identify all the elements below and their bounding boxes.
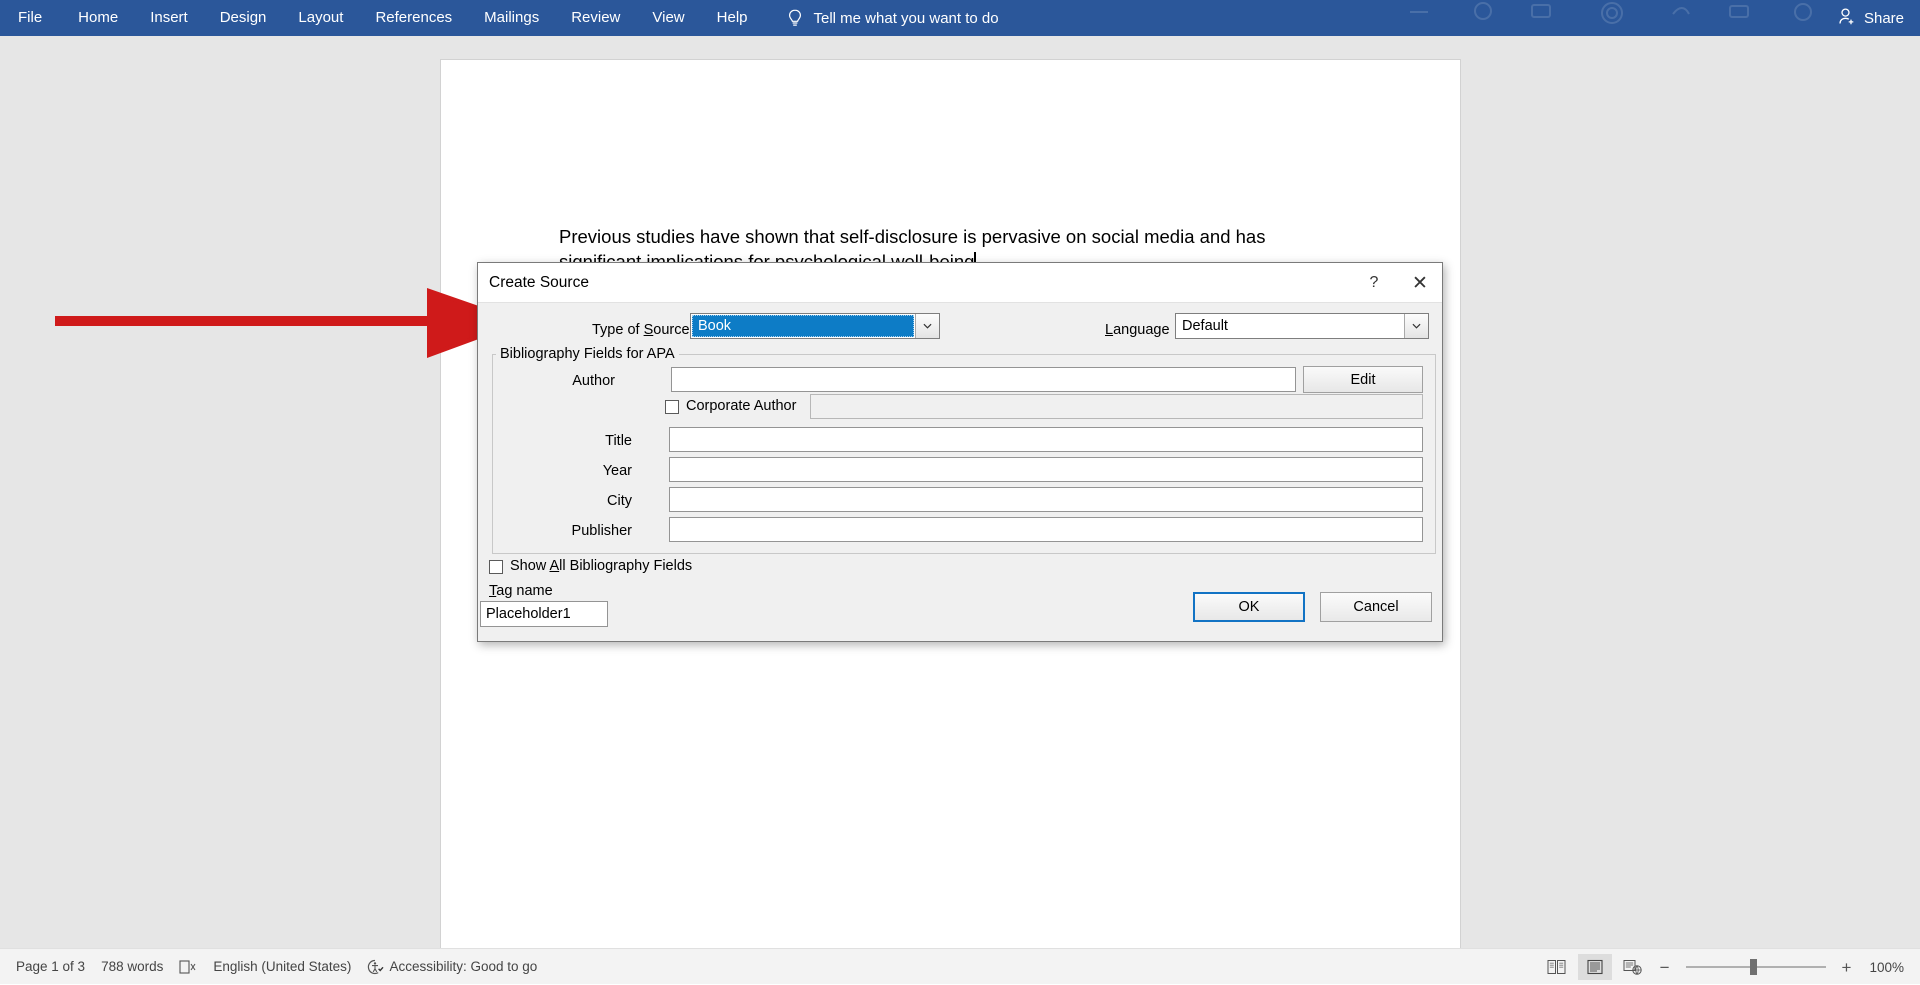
- ribbon-tab-home[interactable]: Home: [62, 0, 134, 36]
- publisher-label: Publisher: [571, 523, 632, 539]
- language-status[interactable]: English (United States): [213, 959, 351, 974]
- ribbon-tab-insert[interactable]: Insert: [134, 0, 204, 36]
- web-layout-view-button[interactable]: [1616, 954, 1650, 980]
- person-add-icon: [1838, 7, 1864, 30]
- ribbon-tab-bar: File Home Insert Design Layout Reference…: [0, 0, 1920, 36]
- corporate-author-label: Corporate Author: [686, 398, 797, 414]
- tell-me-search[interactable]: Tell me what you want to do: [786, 8, 999, 28]
- ghost-icon-1: [1408, 2, 1430, 37]
- tag-name-field[interactable]: Placeholder1: [480, 601, 608, 627]
- city-label: City: [607, 493, 632, 509]
- show-all-bibliography-fields-label: Show All Bibliography Fields: [510, 558, 693, 574]
- accessibility-status[interactable]: Accessibility: Good to go: [367, 959, 537, 975]
- share-button[interactable]: Share: [1838, 0, 1904, 36]
- ribbon-tab-review[interactable]: Review: [555, 0, 636, 36]
- dialog-titlebar[interactable]: Create Source ? ✕: [478, 263, 1442, 303]
- publisher-field[interactable]: [669, 517, 1423, 542]
- ghost-icon-2: [1470, 2, 1496, 37]
- corporate-author-checkbox[interactable]: [665, 400, 679, 414]
- ribbon-tab-view[interactable]: View: [636, 0, 700, 36]
- spellcheck-icon[interactable]: [179, 959, 197, 975]
- question-mark-icon[interactable]: ?: [1352, 263, 1396, 303]
- ghost-icon-5: [1668, 2, 1694, 37]
- zoom-slider[interactable]: [1685, 959, 1826, 975]
- ribbon-tab-layout[interactable]: Layout: [282, 0, 359, 36]
- status-bar-right: − + 100%: [1538, 949, 1910, 985]
- edit-button[interactable]: Edit: [1303, 366, 1423, 393]
- tag-name-label: Tag name: [489, 583, 553, 599]
- read-mode-view-button[interactable]: [1540, 954, 1574, 980]
- ribbon-tab-help[interactable]: Help: [701, 0, 764, 36]
- author-label: Author: [572, 373, 615, 389]
- ribbon-tab-design[interactable]: Design: [204, 0, 283, 36]
- zoom-slider-track[interactable]: [1685, 959, 1826, 975]
- ghost-icon-6: [1726, 2, 1752, 37]
- chevron-down-icon[interactable]: [915, 314, 939, 338]
- type-of-source-dropdown[interactable]: Book: [690, 313, 940, 339]
- ribbon-tab-mailings[interactable]: Mailings: [468, 0, 555, 36]
- year-label: Year: [602, 463, 632, 479]
- ghost-icon-4: [1592, 2, 1632, 39]
- language-value: Default: [1182, 318, 1228, 334]
- lightbulb-icon: [786, 8, 804, 28]
- accessibility-label: Accessibility: Good to go: [389, 959, 538, 974]
- zoom-out-button[interactable]: −: [1660, 959, 1670, 976]
- word-count-status[interactable]: 788 words: [101, 959, 163, 974]
- language-label: Language: [1105, 322, 1170, 338]
- language-dropdown[interactable]: Default: [1175, 313, 1429, 339]
- city-field[interactable]: [669, 487, 1423, 512]
- ghost-icon-3: [1528, 2, 1554, 37]
- zoom-slider-thumb[interactable]: [1749, 959, 1757, 975]
- ghost-icon-7: [1790, 2, 1816, 37]
- type-of-source-value: Book: [692, 315, 914, 337]
- dialog-title: Create Source: [489, 274, 589, 291]
- zoom-level-label[interactable]: 100%: [1869, 960, 1904, 975]
- share-label: Share: [1863, 9, 1904, 27]
- cancel-button[interactable]: Cancel: [1320, 592, 1432, 622]
- accessibility-icon: [367, 959, 384, 975]
- status-bar: Page 1 of 3 788 words English (United St…: [0, 948, 1920, 984]
- show-all-bibliography-fields-checkbox[interactable]: [489, 560, 503, 574]
- ribbon-tab-references[interactable]: References: [359, 0, 468, 36]
- close-icon[interactable]: ✕: [1398, 263, 1442, 303]
- author-field[interactable]: [671, 367, 1296, 392]
- ok-button[interactable]: OK: [1193, 592, 1305, 622]
- print-layout-view-button[interactable]: [1577, 954, 1612, 980]
- tell-me-label: Tell me what you want to do: [813, 9, 999, 27]
- title-field[interactable]: [669, 427, 1423, 452]
- bibliography-fields-legend: Bibliography Fields for APA: [496, 346, 679, 362]
- corporate-author-field: [810, 394, 1423, 419]
- year-field[interactable]: [669, 457, 1423, 482]
- title-label: Title: [605, 433, 632, 449]
- type-of-source-label: Type of Source: [592, 322, 690, 338]
- page-number-status[interactable]: Page 1 of 3: [16, 959, 85, 974]
- zoom-in-button[interactable]: +: [1842, 959, 1852, 976]
- chevron-down-icon[interactable]: [1404, 314, 1428, 338]
- ribbon-tab-file[interactable]: File: [0, 0, 62, 36]
